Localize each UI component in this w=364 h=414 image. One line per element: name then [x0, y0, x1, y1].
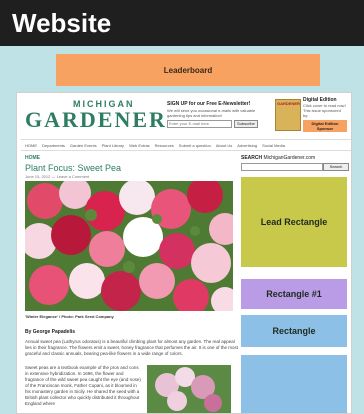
subscribe-button[interactable]: Subscribe: [234, 120, 258, 128]
site-frame: MICHIGAN GARDENER SIGN UP for our Free E…: [16, 92, 352, 414]
article-meta: June 15, 2012 — Leave a Comment: [25, 174, 90, 179]
logo-gardener[interactable]: GARDENER: [25, 107, 167, 133]
article-byline: By George Papadelis: [25, 329, 76, 335]
sweet-pea-photo: [25, 181, 233, 311]
rectangle-1-label: Rectangle #1: [266, 289, 322, 299]
search-button[interactable]: Search: [323, 163, 349, 171]
article-title: Plant Focus: Sweet Pea: [25, 163, 122, 173]
search-input[interactable]: [241, 163, 323, 171]
nav-item-about[interactable]: About Us: [216, 143, 232, 148]
rectangle-label: Rectangle: [272, 326, 316, 336]
nav-item-resources[interactable]: Resources: [155, 143, 174, 148]
digital-sponsor[interactable]: Digital Edition Sponsor: [303, 120, 347, 132]
lead-rectangle-label: Lead Rectangle: [260, 217, 328, 227]
search-label-site: MichiganGardener.com: [263, 155, 316, 161]
lead-rectangle-ad[interactable]: Lead Rectangle: [241, 177, 347, 267]
main-nav: HOME Departments Garden Events Plant Lib…: [21, 139, 351, 151]
article-body-intro: Annual sweet pea (Lathyrus odoratus) is …: [25, 339, 239, 356]
page-title: Website: [12, 8, 112, 38]
signup-title: SIGN UP for our Free E-Newsletter!: [167, 101, 251, 107]
leaderboard-label: Leaderboard: [163, 65, 213, 75]
nav-item-departments[interactable]: Departments: [42, 143, 65, 148]
sweet-pea-photo-2: [147, 365, 231, 413]
article-body-history: Sweet peas are a textbook example of the…: [25, 365, 141, 406]
signup-desc: We will send you occasional e-mails with…: [167, 108, 256, 118]
search-label-bold: SEARCH: [241, 155, 263, 161]
nav-item-social[interactable]: Social Media: [262, 143, 285, 148]
nav-item-plant-library[interactable]: Plant Library: [102, 143, 124, 148]
nav-item-home[interactable]: HOME: [25, 143, 37, 148]
magazine-cover[interactable]: GARDENER: [275, 99, 301, 131]
digital-edition: Digital Edition Click cover to read now!…: [303, 97, 347, 132]
nav-item-web-extras[interactable]: Web Extras: [129, 143, 150, 148]
email-field[interactable]: Enter your E-mail here: [167, 120, 232, 128]
newsletter-signup: SIGN UP for our Free E-Newsletter! We wi…: [167, 101, 271, 128]
digital-desc: Click cover to read now! This issue spon…: [303, 103, 346, 118]
header-bar: Website: [0, 0, 364, 46]
rectangle-ad[interactable]: Rectangle: [241, 315, 347, 347]
photo-caption: 'Winter Elegance' / Photo: Park Seed Com…: [25, 314, 114, 319]
nav-item-submit-question[interactable]: Submit a question: [179, 143, 211, 148]
magazine-cover-label: GARDENER: [277, 101, 300, 106]
breadcrumb[interactable]: HOME: [25, 155, 40, 161]
rectangle-3-ad[interactable]: [241, 355, 347, 413]
nav-item-garden-events[interactable]: Garden Events: [70, 143, 97, 148]
search-label: SEARCH MichiganGardener.com: [241, 155, 315, 161]
rectangle-1-ad[interactable]: Rectangle #1: [241, 279, 347, 309]
nav-item-advertising[interactable]: Advertising: [237, 143, 257, 148]
leaderboard-ad[interactable]: Leaderboard: [56, 54, 320, 86]
